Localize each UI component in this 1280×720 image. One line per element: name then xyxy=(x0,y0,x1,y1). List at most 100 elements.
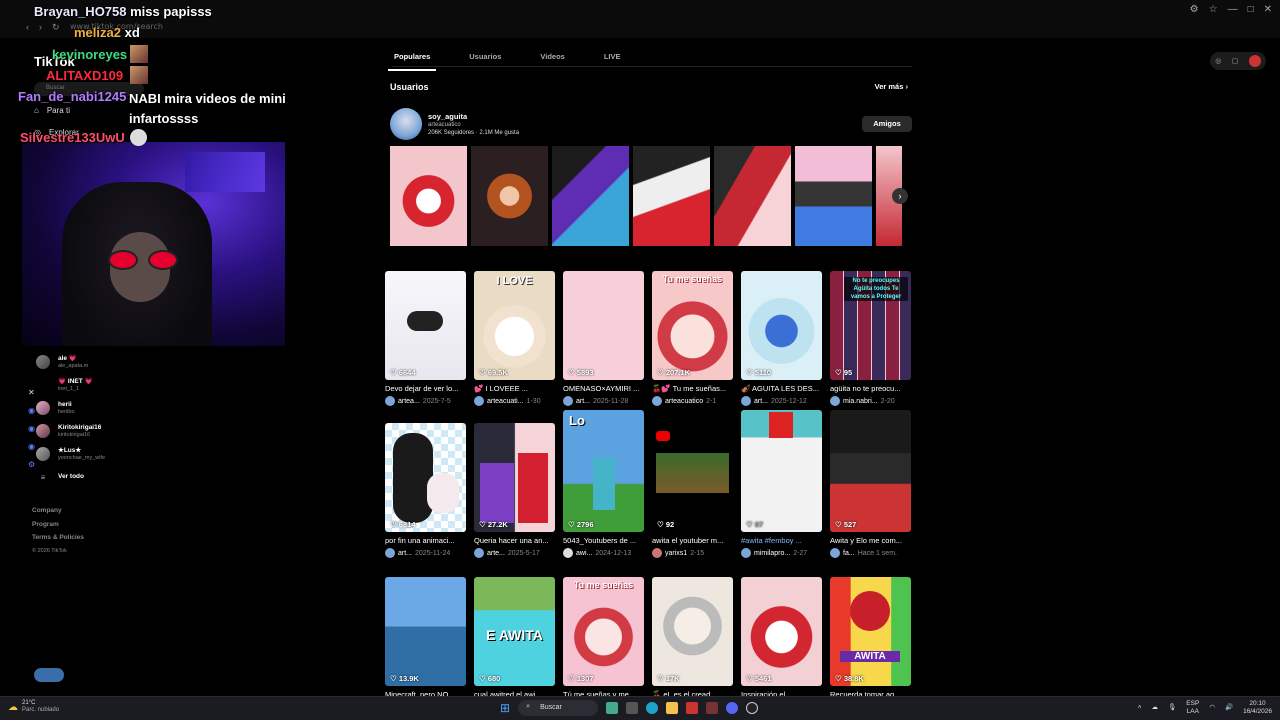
like-count: ♡ 5110 xyxy=(746,368,772,377)
video-meta: yarixs1 2-15 xyxy=(652,548,733,558)
tab-populares[interactable]: Populares xyxy=(388,50,437,71)
clock[interactable]: 20:10 16/4/2026 xyxy=(1243,700,1272,716)
following-item[interactable]: 💗 INET 💗 inet_1_1 xyxy=(36,377,105,393)
reload-icon[interactable]: ↻ xyxy=(52,22,60,33)
following-item[interactable]: herii heriibo xyxy=(36,400,105,416)
video-author[interactable]: art... xyxy=(398,550,412,557)
strip-thumbnail[interactable] xyxy=(390,146,467,246)
video-card[interactable]: ♡ 17K 🍒 eL es el cread... xyxy=(652,577,733,699)
footer-terms[interactable]: Terms & Policies xyxy=(32,531,84,545)
maximize-button[interactable]: □ xyxy=(1248,4,1254,15)
video-author[interactable]: fa... xyxy=(843,550,855,557)
folder-icon[interactable] xyxy=(666,702,679,714)
thumb-text: AWITA xyxy=(840,651,900,662)
video-author[interactable]: mimilapro... xyxy=(754,550,790,557)
video-caption: agüita no te preocu... xyxy=(830,384,901,393)
wifi-icon[interactable]: ◠ xyxy=(1209,704,1215,712)
video-card[interactable]: Tu me sueñas ♡ 1307 Tú me sueñas y me... xyxy=(563,577,644,699)
tab-usuarios[interactable]: Usuarios xyxy=(469,50,501,71)
app-icon[interactable] xyxy=(706,702,719,714)
video-card[interactable]: Lo ♡ 2796 5043_Youtubers de ... awi... 2… xyxy=(563,410,644,558)
video-author[interactable]: awi... xyxy=(576,550,592,557)
chevron-up-icon[interactable]: ˄ xyxy=(1138,704,1142,712)
video-author[interactable]: yarixs1 xyxy=(665,550,687,557)
video-author[interactable]: artea... xyxy=(398,398,420,405)
video-card[interactable]: ♡ 5110 🎻 AGUITA LES DES... art... 2025-1… xyxy=(741,271,822,406)
video-card[interactable]: ♡ 27.2K Queria hacer una an... arte... 2… xyxy=(474,423,555,558)
app-icon[interactable] xyxy=(606,702,619,714)
video-thumbnail: ♡ 92 xyxy=(652,423,733,532)
video-card[interactable]: ♡ 92 awita el youtuber m... yarixs1 2-15 xyxy=(652,423,733,558)
strip-thumbnail[interactable] xyxy=(714,146,791,246)
weather-widget[interactable]: ☁ 21°C Parc. nublado xyxy=(8,700,59,714)
video-card[interactable]: No te preocupes Agüita todos Te vamos a … xyxy=(830,271,911,406)
language-indicator[interactable]: ESP LAA xyxy=(1186,700,1199,716)
video-card[interactable]: ♡ 87 #awita #femboy ... mimilapro... 2-2… xyxy=(741,410,822,558)
avatar xyxy=(385,396,395,406)
video-card[interactable]: ♡ 6814 por fin una animaci... art... 202… xyxy=(385,423,466,558)
video-author[interactable]: art... xyxy=(754,398,768,405)
close-button[interactable]: ✕ xyxy=(1264,4,1272,15)
bookmark-icon[interactable]: ☆ xyxy=(1209,4,1218,15)
toggle-widget[interactable] xyxy=(34,668,64,682)
video-card[interactable]: Tu me sueñas ♡ 207.1K 🍒💕 Tu me sueñas...… xyxy=(652,271,733,406)
forward-icon[interactable]: › xyxy=(39,22,42,33)
friends-button[interactable]: Amigos xyxy=(862,116,912,132)
discord-icon[interactable] xyxy=(726,702,739,714)
video-card[interactable]: ♡ 5893 OMENASO×AYMIRI ... art... 2025-11… xyxy=(563,271,644,406)
profile-avatar[interactable] xyxy=(1248,55,1261,67)
see-all-link[interactable]: ≡ Ver todo xyxy=(36,469,105,485)
app-icon[interactable]: ◉ xyxy=(28,406,35,415)
video-date: 2025-7-5 xyxy=(422,397,451,405)
volume-icon[interactable]: 🔊 xyxy=(1225,704,1233,712)
windows-start-icon[interactable]: ⊞ xyxy=(500,701,510,715)
following-item[interactable]: ★Lus★ yoonchae_my_wife xyxy=(36,446,105,462)
obs-icon[interactable] xyxy=(746,702,759,714)
video-card[interactable]: ♡ 13.9K Minecraft, pero NO... xyxy=(385,577,466,699)
strip-thumbnail[interactable] xyxy=(471,146,548,246)
video-card[interactable]: AWITA ♡ 38.8K Recuerda tomar ag... xyxy=(830,577,911,699)
following-item[interactable]: Kiritokirigai16 kiritokirigai16 xyxy=(36,423,105,439)
chevron-right-icon[interactable]: › xyxy=(892,188,908,204)
extensions-icon[interactable]: ⚙ xyxy=(1190,4,1199,15)
back-icon[interactable]: ‹ xyxy=(26,22,29,33)
tab-videos[interactable]: Videos xyxy=(540,50,564,71)
following-item[interactable]: ale 💗 ale_apata.m xyxy=(36,354,105,370)
strip-thumbnail[interactable] xyxy=(552,146,629,246)
message-icon[interactable]: ▢ xyxy=(1232,57,1239,65)
strip-thumbnail[interactable] xyxy=(795,146,872,246)
following-name: Kiritokirigai16 xyxy=(58,423,102,431)
compass-icon[interactable]: ◎ xyxy=(1215,57,1221,65)
app-icon[interactable]: ◉ xyxy=(28,442,35,451)
strip-thumbnail[interactable] xyxy=(633,146,710,246)
footer-program[interactable]: Program xyxy=(32,518,84,532)
video-author[interactable]: arte... xyxy=(487,550,505,557)
video-card[interactable]: ♡ 5461 Inspiración el... xyxy=(741,577,822,699)
microphone-icon[interactable]: 🎙 xyxy=(1168,704,1176,712)
footer-company[interactable]: Company xyxy=(32,504,84,518)
task-view-icon[interactable] xyxy=(626,702,639,714)
video-caption: #awita #femboy ... xyxy=(741,536,802,545)
video-card[interactable]: I LOVE ♡ 69.5K 💕 I LOVEEE ... arteacuati… xyxy=(474,271,555,406)
user-result[interactable]: soy_aguita arteacuatico 206K Seguidores … xyxy=(390,108,519,140)
settings-icon[interactable]: ⚙ xyxy=(28,460,35,469)
app-icon[interactable] xyxy=(686,702,699,714)
video-card[interactable]: ♡ 6644 Devo dejar de ver lo... artea... … xyxy=(385,271,466,406)
video-author[interactable]: mia.nabri... xyxy=(843,398,878,405)
tab-live[interactable]: LIVE xyxy=(604,50,621,71)
nav-for-you[interactable]: ⌂ Para ti xyxy=(34,106,70,115)
emote-icon xyxy=(130,45,148,63)
video-card[interactable]: ♡ 527 Awita y Elo me com... fa... Hace 1… xyxy=(830,410,911,558)
video-author[interactable]: arteacuatico xyxy=(665,398,703,405)
minimize-button[interactable]: — xyxy=(1228,4,1238,15)
app-icon[interactable]: ◉ xyxy=(28,424,35,433)
video-author[interactable]: art... xyxy=(576,398,590,405)
x-icon[interactable]: ✕ xyxy=(28,388,35,397)
video-card[interactable]: E AWITA ♡ 680 cual awitred el awi... xyxy=(474,577,555,699)
edge-icon[interactable] xyxy=(646,702,659,714)
network-icon[interactable]: ☁ xyxy=(1152,704,1159,712)
emote-icon xyxy=(130,66,148,84)
taskbar-search[interactable]: ⌕ Buscar xyxy=(518,700,599,716)
see-more-link[interactable]: Ver más › xyxy=(875,82,908,91)
video-author[interactable]: arteacuati... xyxy=(487,398,524,405)
